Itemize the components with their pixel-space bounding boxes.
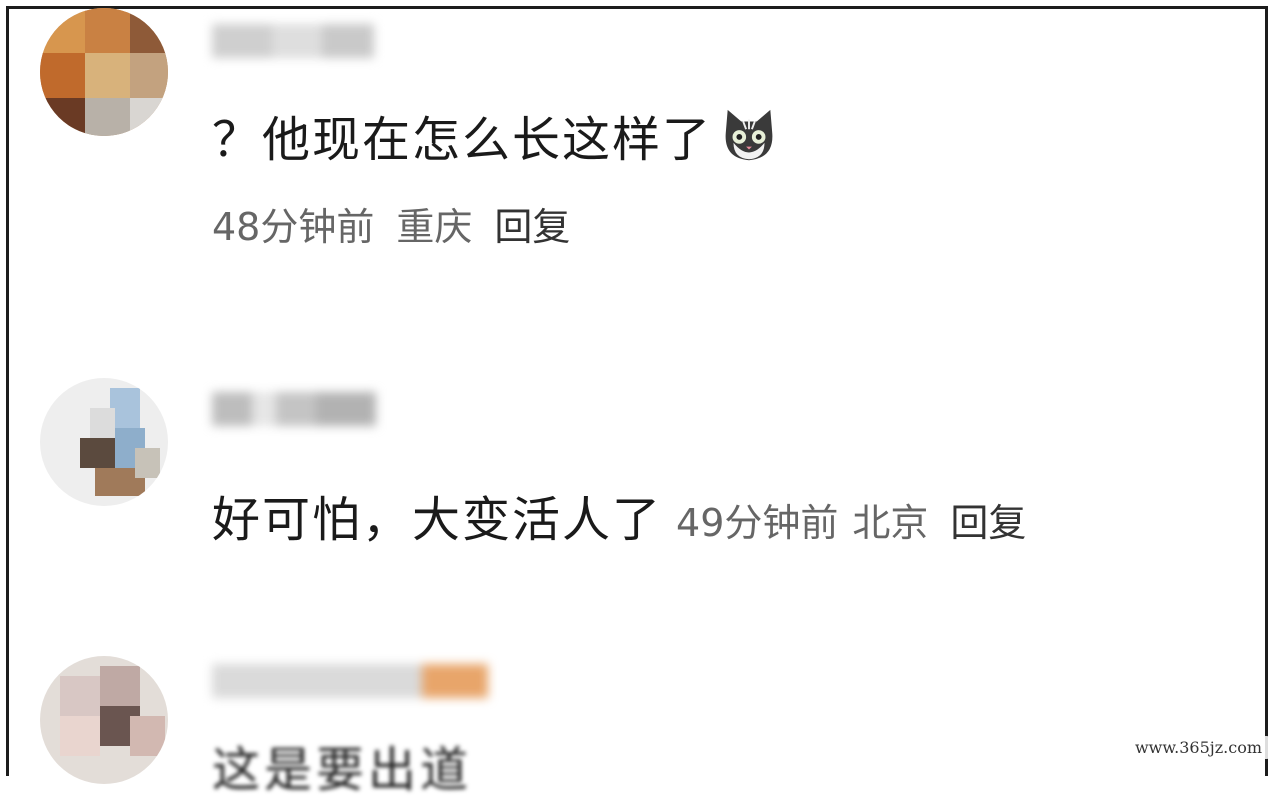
reply-button[interactable]: 回复 (950, 501, 1026, 545)
username-blurred[interactable] (212, 24, 374, 58)
comment-meta: 48分钟前 重庆 回复 (212, 196, 592, 251)
avatar[interactable] (40, 378, 168, 506)
comment-meta-inline: 49分钟前 北京 回复 (662, 501, 1026, 545)
comment-time: 49分钟前 (676, 501, 839, 545)
reply-button[interactable]: 回复 (494, 205, 570, 249)
avatar[interactable] (40, 8, 168, 136)
comment-time: 48分钟前 (212, 205, 375, 249)
cat-emoji-icon (725, 109, 773, 161)
comment-text: ？他现在怎么长这样了 (212, 100, 780, 170)
comment-text: 好可怕，大变活人了 49分钟前 北京 回复 (212, 492, 1027, 548)
watermark: www.365jz.com (1126, 736, 1270, 759)
comment-location: 北京 (852, 501, 929, 545)
comment-text-partial: 这是要出道 (212, 742, 473, 798)
username-blurred[interactable] (212, 664, 488, 698)
username-blurred[interactable] (212, 392, 376, 426)
comment-location: 重庆 (396, 205, 473, 249)
